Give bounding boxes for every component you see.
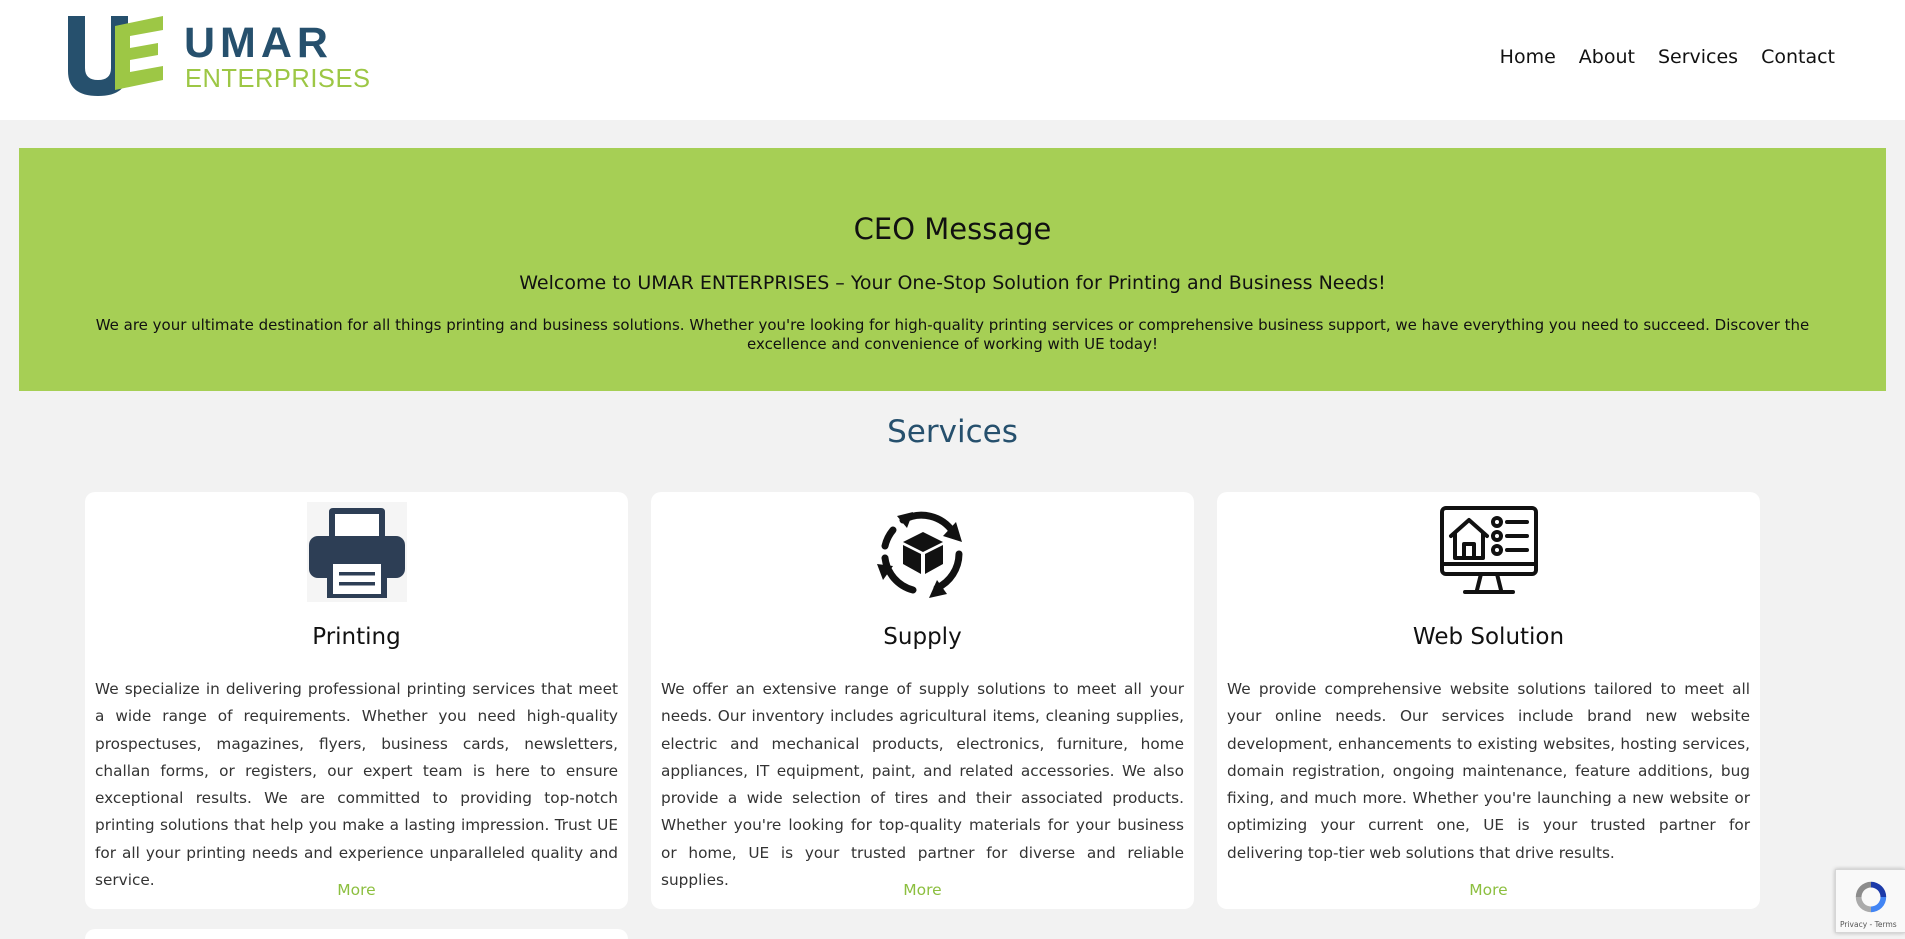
ceo-title: CEO Message	[853, 212, 1052, 246]
card-body: We offer an extensive range of supply so…	[661, 680, 1184, 890]
recaptcha-icon	[1855, 881, 1887, 913]
card-title: Supply	[883, 624, 962, 650]
nav-home[interactable]: Home	[1500, 46, 1556, 68]
more-link-web-solution[interactable]: More	[1217, 881, 1760, 899]
recaptcha-badge[interactable]: Privacy - Terms	[1835, 869, 1905, 933]
more-link-supply[interactable]: More	[651, 881, 1194, 899]
ue-logo-mark	[68, 16, 163, 96]
web-monitor-icon	[1439, 506, 1538, 594]
logo-subtitle: ENTERPRISES	[185, 65, 371, 93]
card-body: We provide comprehensive website solutio…	[1227, 680, 1750, 862]
services-title: Services	[887, 414, 1018, 450]
service-card-printing: Printing We specialize in delivering pro…	[85, 492, 628, 909]
logo-name: UMAR	[184, 19, 333, 67]
nav-contact[interactable]: Contact	[1761, 46, 1835, 68]
supply-cycle-icon	[876, 511, 962, 598]
service-card-web-solution: Web Solution We provide comprehensive we…	[1217, 492, 1760, 909]
ceo-subtitle: Welcome to UMAR ENTERPRISES – Your One-S…	[519, 272, 1386, 294]
company-logo[interactable]: UMAR ENTERPRISES	[68, 16, 373, 96]
site-header: UMAR ENTERPRISES Home About Services Con…	[0, 0, 1905, 120]
recaptcha-links[interactable]: Privacy - Terms	[1840, 920, 1897, 929]
card-title: Printing	[312, 624, 401, 650]
ceo-message-banner: CEO Message Welcome to UMAR ENTERPRISES …	[19, 148, 1886, 391]
service-card-partial	[85, 929, 628, 939]
printer-icon	[306, 502, 407, 602]
nav-about[interactable]: About	[1579, 46, 1635, 68]
service-card-supply: Supply We offer an extensive range of su…	[651, 492, 1194, 909]
card-title: Web Solution	[1412, 624, 1565, 650]
card-body: We specialize in delivering professional…	[95, 680, 618, 890]
more-link-printing[interactable]: More	[85, 881, 628, 899]
main-nav: Home About Services Contact	[1500, 46, 1835, 68]
nav-services[interactable]: Services	[1658, 46, 1738, 68]
ceo-body: We are your ultimate destination for all…	[95, 316, 1810, 353]
